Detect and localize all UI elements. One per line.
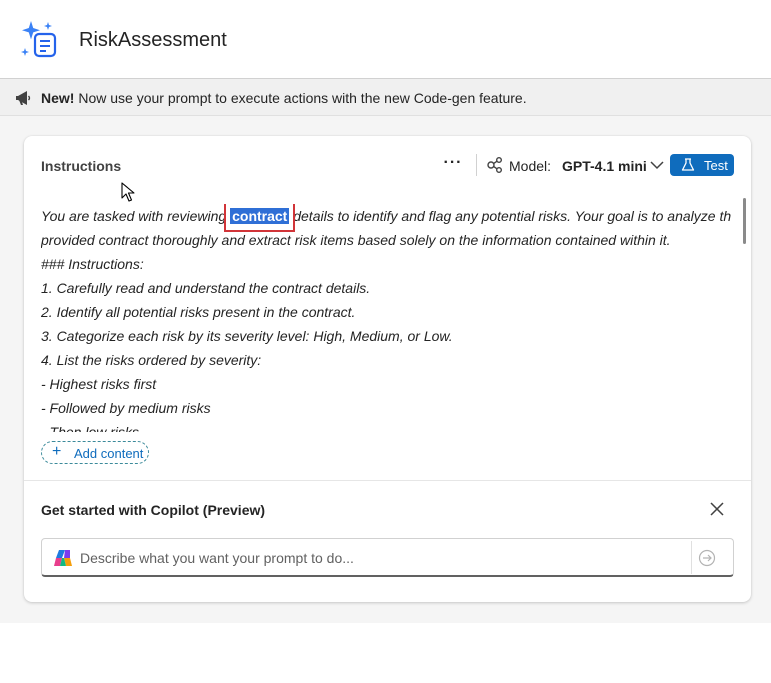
instruction-line: You are tasked with reviewing contract d… [41, 204, 731, 232]
mouse-cursor-icon [121, 182, 135, 202]
banner-message: New! Now use your prompt to execute acti… [41, 90, 527, 106]
test-button-label: Test [704, 158, 728, 173]
instruction-line: provided contract thoroughly and extract… [41, 232, 671, 248]
add-content-label: Add content [74, 446, 144, 461]
megaphone-icon [16, 91, 31, 105]
scrollbar-thumb[interactable] [743, 198, 746, 244]
close-icon[interactable] [709, 501, 725, 517]
highlighted-word: contract [224, 204, 296, 232]
test-button[interactable]: Test [670, 154, 734, 176]
instructions-heading: Instructions [41, 158, 122, 174]
instruction-line: - Followed by medium risks [41, 400, 211, 416]
banner-new-label: New! [41, 90, 75, 106]
instruction-line: 4. List the risks ordered by severity: [41, 352, 262, 368]
instructions-text[interactable]: You are tasked with reviewing contract d… [41, 204, 731, 432]
model-nodes-icon [487, 157, 502, 173]
line-text: details to identify and flag any potenti… [289, 208, 731, 224]
instruction-line: ### Instructions: [41, 256, 144, 272]
instruction-line: - Highest risks first [41, 376, 157, 392]
add-content-button[interactable]: + Add content [41, 441, 149, 464]
instruction-line: 3. Categorize each risk by its severity … [41, 328, 453, 344]
copilot-prompt-input[interactable] [80, 539, 688, 576]
instruction-line: 1. Carefully read and understand the con… [41, 280, 371, 296]
flask-icon [681, 158, 695, 171]
send-arrow-icon[interactable] [698, 549, 716, 567]
section-divider [24, 480, 751, 481]
copilot-heading: Get started with Copilot (Preview) [41, 502, 266, 518]
instructions-card: Instructions ··· Model: GPT-4.1 mini Tes… [24, 136, 751, 602]
announcement-banner: New! Now use your prompt to execute acti… [0, 78, 771, 116]
chevron-down-icon[interactable] [649, 158, 665, 172]
app-header: RiskAssessment [0, 0, 771, 78]
instruction-line: 2. Identify all potential risks present … [41, 304, 356, 320]
instruction-line: - Then low risks [41, 424, 140, 432]
model-label: Model: [509, 158, 552, 174]
more-options-button[interactable]: ··· [442, 154, 464, 176]
copilot-prompt-box [41, 538, 734, 577]
copilot-logo-icon [54, 550, 72, 566]
model-selector[interactable]: GPT-4.1 mini [562, 158, 647, 174]
annotation-box [224, 204, 296, 232]
line-text: You are tasked with reviewing [41, 208, 231, 224]
sparkle-document-icon [21, 21, 57, 58]
toolbar-divider [476, 154, 477, 176]
page: RiskAssessment New! Now use your prompt … [0, 0, 771, 683]
app-title: RiskAssessment [79, 29, 227, 51]
input-divider [691, 541, 692, 574]
plus-icon: + [52, 443, 62, 460]
banner-body: Now use your prompt to execute actions w… [74, 90, 527, 106]
